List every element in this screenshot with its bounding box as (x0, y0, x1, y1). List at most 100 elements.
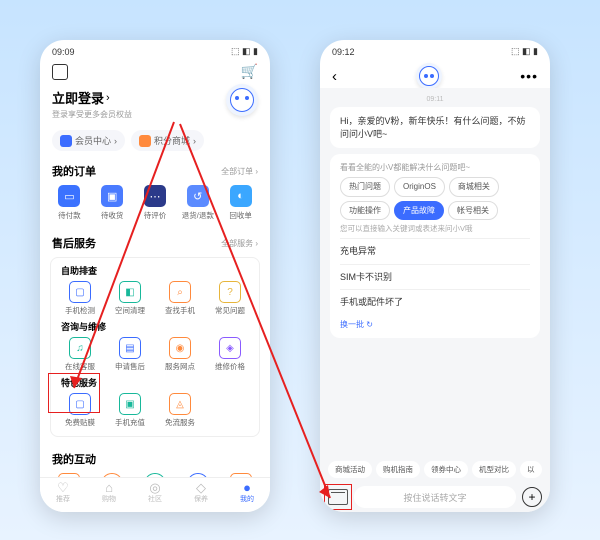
pill-member[interactable]: 会员中心› (52, 130, 125, 151)
tab-recommend[interactable]: ♡推荐 (40, 478, 86, 512)
keyboard-icon[interactable] (328, 489, 348, 505)
service-head: 售后服务 全部服务 › (40, 227, 270, 255)
sv-data[interactable]: ◬免流服务 (155, 391, 205, 430)
order-review[interactable]: ⋯待评价 (134, 185, 177, 221)
sv-clean[interactable]: ◧空间清理 (105, 279, 155, 318)
coin-icon (139, 135, 151, 147)
service-title: 售后服务 (52, 235, 96, 251)
headset-icon: ♫ (69, 337, 91, 359)
chip-fault[interactable]: 产品故障 (394, 201, 444, 220)
chat-timestamp: 09:11 (330, 92, 540, 107)
sugg-2[interactable]: 购机指南 (376, 461, 420, 478)
suggestion-row: 商城活动 购机指南 领券中心 机型对比 以 (320, 456, 550, 482)
refresh-button[interactable]: 换一批 ↻ (340, 315, 530, 330)
pill-points[interactable]: 积分商城› (131, 130, 204, 151)
top-bar: 🛒 (40, 59, 270, 84)
tab-bar: ♡推荐 ⌂购物 ◎社区 ◇保养 ●我的 (40, 477, 270, 512)
chip-account[interactable]: 帐号相关 (448, 201, 498, 220)
status-time-r: 09:12 (332, 47, 355, 57)
cat-head: 看看全能的小V都能解决什么问题吧~ (340, 162, 530, 173)
orders-title: 我的订单 (52, 163, 96, 179)
special-title: 特色服务 (55, 374, 255, 389)
avatar[interactable] (226, 84, 258, 116)
input-bar: 按住说话转文字 + (320, 482, 550, 512)
sv-online[interactable]: ♫在线客服 (55, 335, 105, 374)
heart-icon: ♡ (40, 481, 86, 494)
sv-find[interactable]: ⌕查找手机 (155, 279, 205, 318)
order-pay[interactable]: ▭待付款 (48, 185, 91, 221)
pill-row: 会员中心› 积分商城› (40, 126, 270, 155)
sugg-1[interactable]: 商城活动 (328, 461, 372, 478)
sugg-5[interactable]: 以 (520, 461, 542, 478)
bot-avatar (416, 63, 442, 89)
sv-faq[interactable]: ?常见问题 (205, 279, 255, 318)
login-title: 立即登录 (52, 88, 104, 107)
settings-icon[interactable] (52, 64, 68, 80)
sv-detect[interactable]: ▢手机检测 (55, 279, 105, 318)
person-icon: ● (224, 481, 270, 494)
sv-recharge[interactable]: ▣手机充值 (105, 391, 155, 430)
interact-title: 我的互动 (52, 451, 96, 467)
bag-icon: ⌂ (86, 481, 132, 494)
sv-price[interactable]: ◈维修价格 (205, 335, 255, 374)
faq-sim[interactable]: SIM卡不识别 (340, 264, 530, 290)
sv-apply[interactable]: ▤申请售后 (105, 335, 155, 374)
signal-icon: ◬ (169, 393, 191, 415)
chat-body: 09:11 Hi，亲爱的V粉，新年快乐！有什么问题，不妨问问小V吧~ 看看全能的… (320, 88, 550, 456)
tab-shop[interactable]: ⌂购物 (86, 478, 132, 512)
more-icon[interactable]: ••• (520, 68, 538, 84)
chip-function[interactable]: 功能操作 (340, 201, 390, 220)
selfhelp-title: 自助排查 (55, 262, 255, 277)
phone-profile: 09:09 ⬚ ◧ ▮ 🛒 立即登录 › 登录享受更多会员权益 会员中心› 积分… (40, 40, 270, 512)
tab-me[interactable]: ●我的 (224, 478, 270, 512)
refund-icon: ↺ (187, 185, 209, 207)
service-card: 自助排查 ▢手机检测 ◧空间清理 ⌕查找手机 ?常见问题 咨询与维修 ♫在线客服… (50, 257, 260, 437)
back-icon[interactable]: ‹ (332, 68, 337, 85)
faq-charge[interactable]: 充电异常 (340, 238, 530, 264)
selfhelp-row: ▢手机检测 ◧空间清理 ⌕查找手机 ?常见问题 (55, 277, 255, 318)
bubble-categories: 看看全能的小V都能解决什么问题吧~ 热门问题 OriginOS 商城相关 功能操… (330, 154, 540, 338)
chip-mall[interactable]: 商城相关 (449, 177, 499, 196)
question-icon: ? (219, 281, 241, 303)
sugg-3[interactable]: 领券中心 (424, 461, 468, 478)
phone-chat: 09:12 ⬚ ◧ ▮ ‹ ••• 09:11 Hi，亲爱的V粉，新年快乐！有什… (320, 40, 550, 512)
chat-icon: ⋯ (144, 185, 166, 207)
broom-icon: ◧ (119, 281, 141, 303)
status-right-r: ⬚ ◧ ▮ (511, 46, 538, 57)
interact-head: 我的互动 (40, 443, 270, 471)
tag-icon: ◈ (219, 337, 241, 359)
sugg-4[interactable]: 机型对比 (472, 461, 516, 478)
voice-input[interactable]: 按住说话转文字 (354, 486, 516, 508)
chip-hot[interactable]: 热门问题 (340, 177, 390, 196)
chip-originos[interactable]: OriginOS (394, 177, 445, 196)
screen-icon: ▢ (69, 393, 91, 415)
tab-community[interactable]: ◎社区 (132, 478, 178, 512)
sv-film[interactable]: ▢免费贴膜 (55, 391, 105, 430)
status-right: ⬚ ◧ ▮ (231, 46, 258, 57)
status-bar-r: 09:12 ⬚ ◧ ▮ (320, 40, 550, 59)
status-time: 09:09 (52, 47, 75, 57)
faq-broken[interactable]: 手机或配件坏了 (340, 289, 530, 315)
truck-icon: ▣ (101, 185, 123, 207)
order-ship[interactable]: ▣待收货 (91, 185, 134, 221)
tab-care[interactable]: ◇保养 (178, 478, 224, 512)
orders-more[interactable]: 全部订单 › (221, 166, 258, 177)
shield-icon: ◇ (178, 481, 224, 494)
service-more[interactable]: 全部服务 › (221, 238, 258, 249)
status-bar: 09:09 ⬚ ◧ ▮ (40, 40, 270, 59)
sv-location[interactable]: ◉服务网点 (155, 335, 205, 374)
special-row: ▢免费贴膜 ▣手机充值 ◬免流服务 (55, 389, 255, 430)
chip-row: 热门问题 OriginOS 商城相关 功能操作 产品故障 帐号相关 (340, 177, 530, 219)
community-icon: ◎ (132, 481, 178, 494)
consult-title: 咨询与维修 (55, 318, 255, 333)
cart-icon[interactable]: 🛒 (241, 63, 258, 80)
order-recycle[interactable]: ◐回收单 (219, 185, 262, 221)
chevron-right-icon: › (106, 92, 110, 104)
orders-head: 我的订单 全部订单 › (40, 155, 270, 183)
phone-check-icon: ▢ (69, 281, 91, 303)
order-refund[interactable]: ↺退货/退款 (176, 185, 219, 221)
diamond-icon (60, 135, 72, 147)
search-icon: ⌕ (169, 281, 191, 303)
form-icon: ▤ (119, 337, 141, 359)
plus-icon[interactable]: + (522, 487, 542, 507)
